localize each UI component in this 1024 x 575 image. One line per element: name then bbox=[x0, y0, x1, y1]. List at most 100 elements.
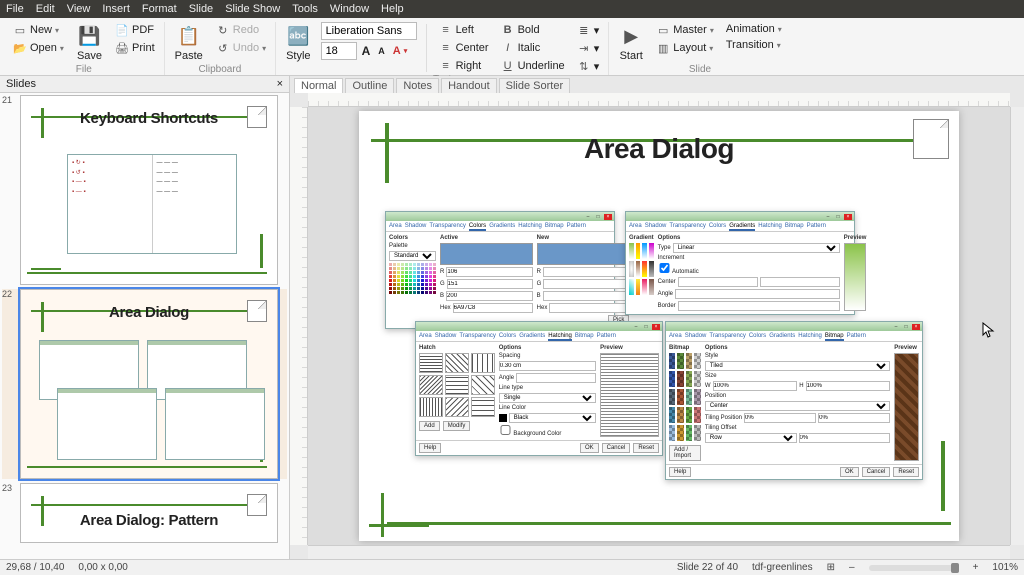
menu-format[interactable]: Format bbox=[142, 3, 177, 15]
line-spacing-button[interactable]: ⇅▾ bbox=[574, 58, 603, 74]
paste-icon: 📋 bbox=[177, 24, 201, 48]
ribbon: ▭New 📂Open 💾Save 📄PDF 🖨Print File 📋Paste… bbox=[0, 18, 1024, 76]
align-right-button[interactable]: ≡Right bbox=[436, 58, 492, 74]
slide-title: Area Dialog bbox=[359, 133, 959, 165]
bold-button[interactable]: BBold bbox=[498, 22, 568, 38]
align-center-button[interactable]: ≡Center bbox=[436, 40, 492, 56]
horizontal-ruler bbox=[308, 93, 1010, 107]
start-slideshow-button[interactable]: ▶Start bbox=[615, 22, 647, 64]
pdf-icon: 📄 bbox=[115, 23, 129, 37]
slide-thumb-23[interactable]: 23 Area Dialog: Pattern bbox=[2, 483, 287, 543]
menu-insert[interactable]: Insert bbox=[102, 3, 130, 15]
zoom-slider[interactable] bbox=[869, 565, 959, 571]
undo-button[interactable]: ↺Undo bbox=[213, 40, 269, 56]
slide-canvas[interactable]: Area Dialog –□× AreaShadowTransparencyCo… bbox=[308, 107, 1010, 545]
save-icon: 💾 bbox=[77, 24, 101, 48]
align-center-icon: ≡ bbox=[439, 41, 453, 55]
workspace: Slides × 21 Keyboard Shortcuts bbox=[0, 76, 1024, 559]
thumb-title: Area Dialog: Pattern bbox=[27, 512, 271, 529]
redo-button[interactable]: ↻Redo bbox=[213, 22, 269, 38]
dialog-bitmap: –□× AreaShadowTransparencyColorsGradient… bbox=[665, 321, 923, 480]
italic-button[interactable]: IItalic bbox=[498, 40, 568, 56]
tab-notes[interactable]: Notes bbox=[396, 78, 439, 93]
ribbon-label-file: File bbox=[76, 64, 92, 76]
slides-panel-title: Slides bbox=[6, 78, 36, 90]
menu-help[interactable]: Help bbox=[381, 3, 404, 15]
align-left-icon: ≡ bbox=[439, 23, 453, 37]
font-grow-button[interactable]: A bbox=[359, 43, 374, 59]
zoom-out-button[interactable]: – bbox=[849, 562, 855, 573]
menu-tools[interactable]: Tools bbox=[292, 3, 318, 15]
save-button[interactable]: 💾Save bbox=[73, 22, 106, 64]
thumb-number: 23 bbox=[2, 483, 16, 543]
tab-handout[interactable]: Handout bbox=[441, 78, 497, 93]
thumb-number: 22 bbox=[2, 289, 16, 479]
open-icon: 📂 bbox=[13, 41, 27, 55]
status-bar: 29,68 / 10,40 0,00 x 0,00 Slide 22 of 40… bbox=[0, 559, 1024, 575]
new-button[interactable]: ▭New bbox=[10, 22, 67, 38]
slide-thumb-22[interactable]: 22 Area Dialog bbox=[2, 289, 287, 479]
main-edit-area: Normal Outline Notes Handout Slide Sorte… bbox=[290, 76, 1024, 559]
menu-window[interactable]: Window bbox=[330, 3, 369, 15]
master-button[interactable]: ▭Master bbox=[653, 22, 717, 38]
thumb-title: Area Dialog bbox=[27, 304, 271, 321]
layout-icon: ▥ bbox=[656, 41, 670, 55]
bullets-icon: ≣ bbox=[577, 23, 591, 37]
play-icon: ▶ bbox=[619, 24, 643, 48]
slide-thumb-21[interactable]: 21 Keyboard Shortcuts ▪ ↻ ▪▪ ↺ ▪▪ — ▪▪ —… bbox=[2, 95, 287, 285]
tab-slidesorter[interactable]: Slide Sorter bbox=[499, 78, 570, 93]
zoom-in-button[interactable]: + bbox=[973, 562, 979, 573]
slides-panel-close[interactable]: × bbox=[277, 78, 283, 90]
underline-icon: U bbox=[501, 59, 515, 73]
dialog-colors: –□× AreaShadowTransparencyColorsGradient… bbox=[385, 211, 615, 329]
style-button[interactable]: 🔤Style bbox=[282, 22, 314, 64]
italic-icon: I bbox=[501, 41, 515, 55]
zoom-value[interactable]: 101% bbox=[992, 562, 1018, 573]
vertical-scrollbar[interactable] bbox=[1010, 107, 1024, 545]
ribbon-label-slide: Slide bbox=[689, 64, 711, 76]
style-icon: 🔤 bbox=[286, 24, 310, 48]
paste-button[interactable]: 📋Paste bbox=[171, 22, 207, 64]
tab-normal[interactable]: Normal bbox=[294, 78, 343, 93]
font-name-input[interactable] bbox=[321, 22, 417, 40]
zoom-fit-button[interactable]: ⊞ bbox=[827, 562, 835, 573]
redo-icon: ↻ bbox=[216, 23, 230, 37]
status-size: 0,00 x 0,00 bbox=[78, 562, 127, 573]
line-spacing-icon: ⇅ bbox=[577, 59, 591, 73]
bold-icon: B bbox=[501, 23, 515, 37]
status-slide-number: Slide 22 of 40 bbox=[677, 562, 738, 573]
print-button[interactable]: 🖨Print bbox=[112, 40, 158, 56]
underline-button[interactable]: UUnderline bbox=[498, 58, 568, 74]
view-tabs: Normal Outline Notes Handout Slide Sorte… bbox=[290, 76, 1024, 93]
transition-button[interactable]: Transition bbox=[723, 38, 785, 52]
menu-view[interactable]: View bbox=[67, 3, 91, 15]
horizontal-scrollbar[interactable] bbox=[308, 545, 1010, 559]
thumb-number: 21 bbox=[2, 95, 16, 285]
ribbon-group-slide: ▶Start ▭Master ▥Layout Animation Transit… bbox=[609, 22, 791, 75]
thumb-title: Keyboard Shortcuts bbox=[27, 110, 271, 127]
menu-slide[interactable]: Slide bbox=[189, 3, 213, 15]
font-shrink-button[interactable]: A bbox=[375, 45, 388, 57]
menu-slideshow[interactable]: Slide Show bbox=[225, 3, 280, 15]
current-slide: Area Dialog –□× AreaShadowTransparencyCo… bbox=[359, 111, 959, 541]
print-icon: 🖨 bbox=[115, 41, 129, 55]
animation-button[interactable]: Animation bbox=[723, 22, 785, 36]
status-coords: 29,68 / 10,40 bbox=[6, 562, 64, 573]
align-left-button[interactable]: ≡Left bbox=[436, 22, 492, 38]
tab-outline[interactable]: Outline bbox=[345, 78, 394, 93]
open-button[interactable]: 📂Open bbox=[10, 40, 67, 56]
menu-edit[interactable]: Edit bbox=[36, 3, 55, 15]
increase-indent-button[interactable]: ⇥▾ bbox=[574, 40, 603, 56]
dialog-hatching: –□× AreaShadowTransparencyColorsGradient… bbox=[415, 321, 663, 456]
dialog-gradients: –□× AreaShadowTransparencyColorsGradient… bbox=[625, 211, 855, 315]
ribbon-group-file: ▭New 📂Open 💾Save 📄PDF 🖨Print File bbox=[4, 22, 165, 75]
font-size-input[interactable] bbox=[321, 42, 357, 60]
menu-file[interactable]: File bbox=[6, 3, 24, 15]
align-right-icon: ≡ bbox=[439, 59, 453, 73]
pdf-button[interactable]: 📄PDF bbox=[112, 22, 158, 38]
font-color-button[interactable]: A▾ bbox=[390, 44, 410, 58]
layout-button[interactable]: ▥Layout bbox=[653, 40, 717, 56]
slides-panel: Slides × 21 Keyboard Shortcuts bbox=[0, 76, 290, 559]
bullets-button[interactable]: ≣▾ bbox=[574, 22, 603, 38]
status-template: tdf-greenlines bbox=[752, 562, 813, 573]
